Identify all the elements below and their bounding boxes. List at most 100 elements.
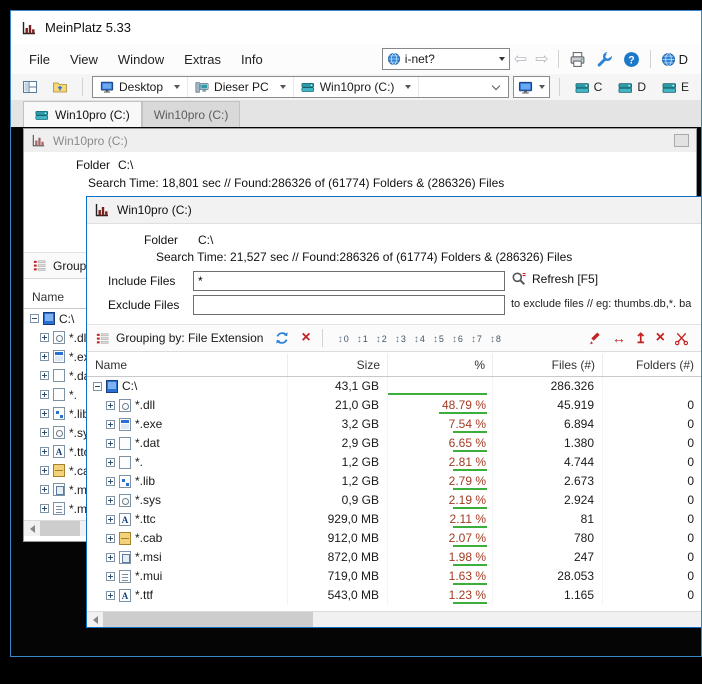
- expand-toggle[interactable]: [40, 409, 49, 418]
- include-files-input[interactable]: [193, 271, 505, 291]
- group-level-4-icon[interactable]: ↕4: [414, 334, 425, 345]
- expand-toggle[interactable]: [106, 553, 115, 562]
- tab-win10pro-1[interactable]: Win10pro (C:): [23, 101, 142, 127]
- front-horizontal-scrollbar[interactable]: [87, 611, 701, 627]
- exclude-files-input[interactable]: [193, 295, 505, 315]
- tab-win10pro-2[interactable]: Win10pro (C:): [142, 101, 241, 127]
- expand-toggle[interactable]: [40, 428, 49, 437]
- app-titlebar[interactable]: MeinPlatz 5.33: [11, 11, 701, 44]
- delete-icon[interactable]: ×: [656, 330, 665, 346]
- expand-toggle[interactable]: [106, 496, 115, 505]
- layout-button[interactable]: [19, 77, 41, 97]
- scrollbar-thumb[interactable]: [40, 521, 80, 536]
- group-level-6-icon[interactable]: ↕6: [452, 334, 463, 345]
- breadcrumb-drive-c[interactable]: Win10pro (C:): [294, 77, 420, 97]
- menu-view[interactable]: View: [60, 48, 108, 71]
- table-row[interactable]: *.1,2 GB2.81 %4.7440: [87, 453, 701, 472]
- table-row[interactable]: *.msi872,0 MB1.98 %2470: [87, 548, 701, 567]
- table-row[interactable]: *.dll21,0 GB48.79 %45.9190: [87, 396, 701, 415]
- inet-combo[interactable]: i-net?: [382, 48, 510, 70]
- table-row[interactable]: *.cab912,0 MB2.07 %7800: [87, 529, 701, 548]
- expand-toggle[interactable]: [30, 314, 39, 323]
- drive-select-combo[interactable]: [513, 76, 550, 98]
- expand-toggle[interactable]: [106, 534, 115, 543]
- drive-button-e[interactable]: E: [656, 78, 695, 97]
- expand-toggle[interactable]: [106, 477, 115, 486]
- group-level-0-icon[interactable]: ↕0: [338, 334, 349, 345]
- exclude-files-label: Exclude Files: [108, 298, 179, 312]
- table-row[interactable]: *.lib1,2 GB2.79 %2.6730: [87, 472, 701, 491]
- back-window-titlebar[interactable]: Win10pro (C:): [24, 129, 696, 152]
- expand-toggle[interactable]: [40, 371, 49, 380]
- fit-columns-icon[interactable]: ↔: [612, 331, 626, 345]
- table-row[interactable]: *.exe3,2 GB7.54 %6.8940: [87, 415, 701, 434]
- table-row[interactable]: *.dat2,9 GB6.65 %1.3800: [87, 434, 701, 453]
- regroup-button[interactable]: [271, 328, 293, 348]
- drive-button-c[interactable]: C: [569, 78, 609, 97]
- menu-extras[interactable]: Extras: [174, 48, 231, 71]
- language-button[interactable]: D: [658, 50, 691, 69]
- clear-grouping-icon[interactable]: ×: [301, 330, 310, 346]
- help-button[interactable]: [620, 49, 643, 70]
- expand-toggle[interactable]: [40, 333, 49, 342]
- front-window-titlebar[interactable]: Win10pro (C:): [87, 197, 701, 224]
- scroll-left-icon[interactable]: [24, 521, 40, 536]
- group-level-2-icon[interactable]: ↕2: [376, 334, 387, 345]
- table-row[interactable]: *.ttf543,0 MB1.23 %1.1650: [87, 586, 701, 605]
- close-button[interactable]: [674, 134, 689, 147]
- column-header-folders[interactable]: Folders (#): [602, 354, 701, 376]
- expand-toggle[interactable]: [106, 591, 115, 600]
- tools-button[interactable]: [593, 49, 616, 70]
- expand-toggle[interactable]: [106, 515, 115, 524]
- refresh-icon: [274, 330, 290, 346]
- refresh-button[interactable]: Refresh [F5]: [511, 271, 598, 287]
- forward-icon[interactable]: ⇨: [535, 49, 548, 69]
- scroll-left-icon[interactable]: [87, 612, 103, 627]
- front-window-title: Win10pro (C:): [117, 203, 192, 217]
- expand-toggle[interactable]: [40, 390, 49, 399]
- print-button[interactable]: [566, 49, 589, 70]
- row-size: 0,9 GB: [287, 491, 387, 510]
- group-level-7-icon[interactable]: ↕7: [471, 334, 482, 345]
- table-row[interactable]: *.ttc929,0 MB2.11 %810: [87, 510, 701, 529]
- expand-toggle[interactable]: [106, 420, 115, 429]
- expand-toggle[interactable]: [40, 485, 49, 494]
- breadcrumb-desktop[interactable]: Desktop: [93, 77, 188, 97]
- cab-file-icon: [119, 532, 131, 545]
- breadcrumb-dieser-pc[interactable]: Dieser PC: [188, 77, 294, 97]
- scrollbar-thumb[interactable]: [103, 612, 313, 627]
- chevron-down-icon[interactable]: [491, 81, 499, 89]
- column-header-percent[interactable]: %: [387, 354, 492, 376]
- expand-toggle[interactable]: [106, 439, 115, 448]
- group-level-1-icon[interactable]: ↕1: [357, 334, 368, 345]
- group-level-5-icon[interactable]: ↕5: [433, 334, 444, 345]
- row-files: 780: [492, 529, 602, 548]
- expand-toggle[interactable]: [106, 572, 115, 581]
- table-row[interactable]: *.mui719,0 MB1.63 %28.0530: [87, 567, 701, 586]
- expand-toggle[interactable]: [40, 504, 49, 513]
- edit-groups-icon[interactable]: [588, 331, 603, 346]
- drive-button-d[interactable]: D: [612, 78, 652, 97]
- folder-up-button[interactable]: [49, 77, 71, 97]
- menu-file[interactable]: File: [19, 48, 60, 71]
- expand-toggle[interactable]: [106, 401, 115, 410]
- group-level-3-icon[interactable]: ↕3: [395, 334, 406, 345]
- group-level-8-icon[interactable]: ↕8: [490, 334, 501, 345]
- column-header-name[interactable]: Name: [87, 354, 287, 376]
- table-row[interactable]: C:\43,1 GB286.326: [87, 377, 701, 396]
- language-label: D: [679, 52, 688, 67]
- table-row[interactable]: *.sys0,9 GB2.19 %2.9240: [87, 491, 701, 510]
- column-header-size[interactable]: Size: [287, 354, 387, 376]
- column-header-files[interactable]: Files (#): [492, 354, 602, 376]
- expand-toggle[interactable]: [106, 458, 115, 467]
- dropdown-arrow-icon: [405, 85, 411, 89]
- expand-toggle[interactable]: [93, 382, 102, 391]
- cut-icon[interactable]: [674, 331, 689, 346]
- move-top-icon[interactable]: ↥: [635, 331, 647, 345]
- back-icon[interactable]: ⇦: [514, 49, 527, 69]
- menu-window[interactable]: Window: [108, 48, 174, 71]
- expand-toggle[interactable]: [40, 447, 49, 456]
- menu-info[interactable]: Info: [231, 48, 273, 71]
- expand-toggle[interactable]: [40, 352, 49, 361]
- expand-toggle[interactable]: [40, 466, 49, 475]
